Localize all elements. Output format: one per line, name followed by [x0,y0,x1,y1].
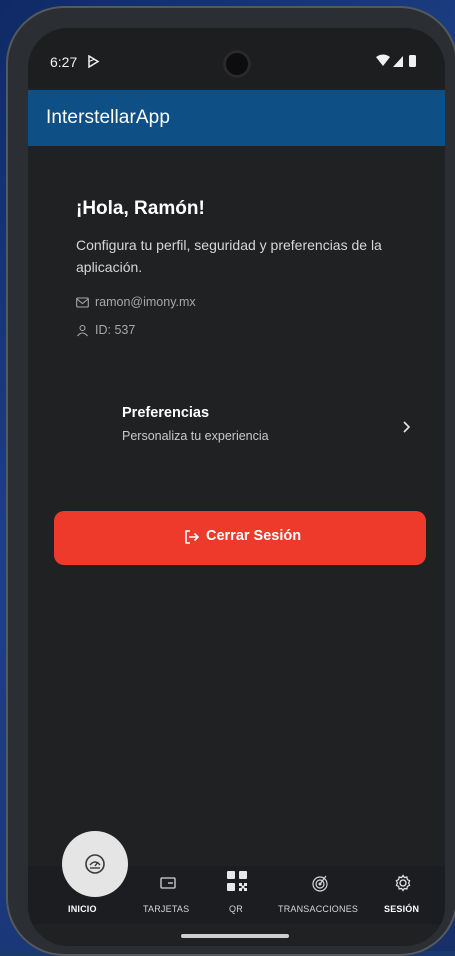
nav-item-qr[interactable]: QR [219,866,255,924]
nav-label-tarjetas: TARJETAS [143,904,190,914]
main-content: ¡Hola, Ramón! Configura tu perfil, segur… [28,146,445,866]
logout-icon [185,530,200,544]
nav-label-transacciones: TRANSACCIONES [278,904,359,914]
preferences-item[interactable]: Preferencias Personaliza tu experiencia [76,396,416,458]
front-camera [223,50,251,78]
radar-icon [312,875,328,892]
nav-label-sesion: SESIÓN [384,904,420,914]
user-id-text: ID: 537 [95,323,136,337]
status-bar: 6:27 [28,28,445,88]
system-status-icons [376,54,416,67]
phone-frame: 6:27 InterstellarApp ¡Hola, Ramón! Confi… [6,6,455,956]
home-fab[interactable] [62,831,128,897]
greeting-heading: ¡Hola, Ramón! [76,198,205,219]
nav-label-qr: QR [229,904,243,914]
card-icon [160,877,176,889]
logout-label: Cerrar Sesión [206,528,302,544]
gesture-home-bar[interactable] [181,934,289,938]
status-time: 6:27 [50,54,78,70]
signal-icon [393,56,403,67]
qr-icon [227,871,247,891]
preferences-subtitle: Personaliza tu experiencia [122,429,269,443]
nav-item-transacciones[interactable]: TRANSACCIONES [278,866,364,924]
battery-icon [409,55,416,67]
gauge-icon [85,854,105,874]
mail-icon [76,297,89,308]
nav-label-inicio: INICIO [68,904,97,914]
logout-button[interactable]: Cerrar Sesión [54,511,426,565]
gear-icon [395,874,411,892]
wifi-icon [376,54,390,66]
chevron-right-icon [403,421,411,433]
app-bar: InterstellarApp [28,90,445,146]
nav-item-sesion[interactable]: SESIÓN [380,866,426,924]
email-text: ramon@imony.mx [95,295,196,309]
app-title: InterstellarApp [46,107,171,128]
nav-item-tarjetas[interactable]: TARJETAS [138,866,198,924]
preferences-title: Preferencias [122,405,210,421]
phone-screen: 6:27 InterstellarApp ¡Hola, Ramón! Confi… [28,28,445,946]
play-notification-icon [88,55,100,68]
user-icon [77,324,88,337]
profile-description: Configura tu perfil, seguridad y prefere… [76,237,382,275]
